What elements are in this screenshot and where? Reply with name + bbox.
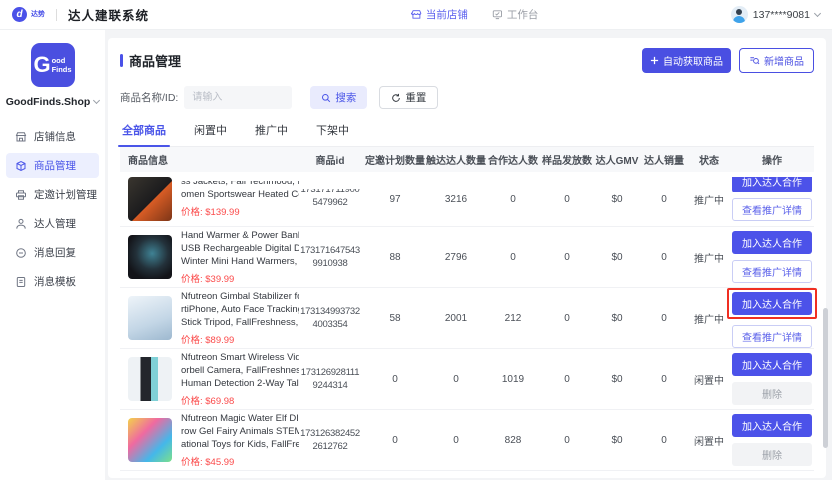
table-row: Nfutreon Smart Wireless Video Do orbell … — [120, 349, 814, 410]
table-row: Nfutreon Gimbal Stabilizer for Sma rtiPh… — [120, 288, 814, 349]
shop-logo: G ood Finds — [31, 43, 75, 87]
annotation-highlight-box: 加入达人合作 — [727, 288, 817, 319]
product-icon — [15, 160, 27, 172]
brand-divider — [56, 9, 57, 21]
reset-button[interactable]: 重置 — [379, 86, 438, 109]
product-price: 价格: $139.99 — [181, 204, 299, 218]
tab-idle[interactable]: 闲置中 — [194, 122, 227, 146]
avatar — [731, 6, 748, 23]
chevron-down-icon — [814, 9, 821, 16]
auto-fetch-products-button[interactable]: 自动获取商品 — [642, 48, 731, 73]
sidebar-item-label: 消息模板 — [34, 274, 76, 289]
status-text: 闲置中 — [688, 433, 730, 448]
shop-info-icon — [15, 131, 27, 143]
reply-icon — [15, 247, 27, 259]
creator-icon — [15, 218, 27, 230]
status-text: 推广中 — [688, 250, 730, 265]
sidebar-item-invite-plan-management[interactable]: 定邀计划管理 — [6, 182, 99, 207]
product-id: 173134993732 4003354 — [296, 305, 364, 331]
brand-logo-icon: d — [12, 7, 27, 22]
product-image — [128, 418, 172, 462]
tab-all-products[interactable]: 全部商品 — [122, 122, 166, 146]
tab-current-shop[interactable]: 当前店铺 — [411, 7, 468, 22]
search-input[interactable] — [184, 86, 292, 109]
workbench-icon — [492, 9, 503, 20]
fetch-list-icon — [749, 55, 760, 66]
user-menu[interactable]: 137****9081 — [731, 6, 820, 23]
product-id: 173171647543 9910938 — [296, 244, 364, 270]
sidebar-item-message-template[interactable]: 消息模板 — [6, 269, 99, 294]
status-text: 推广中 — [688, 192, 730, 207]
search-label: 商品名称/ID: — [120, 90, 178, 105]
sidebar-item-label: 商品管理 — [34, 158, 76, 173]
join-cooperation-button[interactable]: 加入达人合作 — [732, 231, 812, 254]
page-title: 商品管理 — [120, 51, 181, 70]
plan-icon — [15, 189, 27, 201]
sidebar-item-label: 达人管理 — [34, 216, 76, 231]
sidebar-item-product-management[interactable]: 商品管理 — [6, 153, 99, 178]
store-icon — [411, 9, 422, 20]
title-accent-bar — [120, 54, 123, 67]
shop-selector[interactable]: GoodFinds.Shop — [0, 96, 105, 108]
topnav-label: 当前店铺 — [426, 7, 468, 22]
product-image — [128, 357, 172, 401]
sidebar-item-label: 消息回复 — [34, 245, 76, 260]
product-image — [128, 296, 172, 340]
product-price: 价格: $39.99 — [181, 271, 299, 285]
join-cooperation-button[interactable]: 加入达人合作 — [732, 414, 812, 437]
view-promotion-detail-button[interactable]: 查看推广详情 — [732, 198, 812, 221]
delete-button[interactable]: 删除 — [732, 382, 812, 405]
product-image — [128, 235, 172, 279]
brand: d 达势 达人建联系统 — [12, 5, 149, 24]
table-header: 商品信息 商品id 定邀计划数量 触达达人数量 合作达人数 样品发放数 达人GM… — [120, 147, 814, 172]
topbar: d 达势 达人建联系统 当前店铺 工作台 137****9081 — [0, 0, 832, 30]
tab-workbench[interactable]: 工作台 — [492, 7, 539, 22]
tab-delisted[interactable]: 下架中 — [316, 122, 349, 146]
view-promotion-detail-button[interactable]: 查看推广详情 — [732, 325, 812, 348]
search-button[interactable]: 搜索 — [310, 86, 367, 109]
scrollbar-thumb[interactable] — [823, 308, 828, 448]
tab-promoting[interactable]: 推广中 — [255, 122, 288, 146]
main-content: 商品管理 自动获取商品 — [105, 30, 832, 480]
table-row: Hand Warmer & Power Bank 2 in 1 USB Rech… — [120, 227, 814, 288]
join-cooperation-button[interactable]: 加入达人合作 — [732, 292, 812, 315]
product-management-card: 商品管理 自动获取商品 — [108, 38, 826, 478]
table-row: Nfutreon Magic Water Elf DIY Kit G row G… — [120, 410, 814, 471]
delete-button[interactable]: 删除 — [732, 443, 812, 466]
status-tabs: 全部商品 闲置中 推广中 下架中 — [120, 122, 814, 147]
sidebar-item-shop-info[interactable]: 店铺信息 — [6, 124, 99, 149]
join-cooperation-button[interactable]: 加入达人合作 — [732, 177, 812, 192]
reset-icon — [391, 93, 401, 103]
table-row: ss Jackets, Fall Techmood, Men W omen Sp… — [120, 172, 814, 227]
product-image — [128, 177, 172, 221]
sidebar: G ood Finds GoodFinds.Shop 店铺信息 — [0, 30, 105, 480]
product-price: 价格: $69.98 — [181, 393, 299, 407]
brand-logo-text: 达势 — [31, 11, 45, 18]
product-id: 173126928111 9244314 — [296, 366, 364, 392]
app-title: 达人建联系统 — [68, 5, 149, 24]
chevron-down-icon — [93, 97, 100, 104]
join-cooperation-button[interactable]: 加入达人合作 — [732, 353, 812, 376]
plus-icon — [650, 56, 659, 65]
search-icon — [321, 93, 331, 103]
product-id: 173126382452 2612762 — [296, 427, 364, 453]
sidebar-menu: 店铺信息 商品管理 定邀计划管理 — [0, 124, 105, 294]
template-icon — [15, 276, 27, 288]
product-price: 价格: $45.99 — [181, 454, 299, 468]
product-id: 173171711900 5479962 — [296, 189, 364, 209]
status-text: 推广中 — [688, 311, 730, 326]
add-product-button[interactable]: 新增商品 — [739, 48, 814, 73]
sidebar-item-label: 定邀计划管理 — [34, 187, 97, 202]
sidebar-item-creator-management[interactable]: 达人管理 — [6, 211, 99, 236]
status-text: 闲置中 — [688, 372, 730, 387]
user-phone: 137****9081 — [753, 9, 810, 21]
topnav-label: 工作台 — [507, 7, 539, 22]
topnav: 当前店铺 工作台 — [411, 7, 539, 22]
view-promotion-detail-button[interactable]: 查看推广详情 — [732, 260, 812, 283]
product-price: 价格: $89.99 — [181, 332, 299, 346]
sidebar-item-message-reply[interactable]: 消息回复 — [6, 240, 99, 265]
sidebar-item-label: 店铺信息 — [34, 129, 76, 144]
